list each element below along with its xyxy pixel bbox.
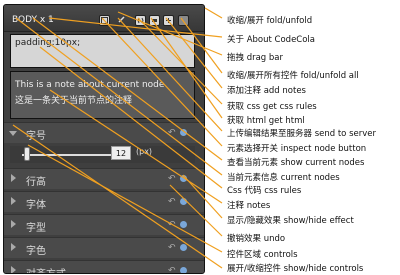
annotation-label: 查看当前元素 show current nodes bbox=[227, 158, 365, 168]
annotation-labels: 收缩/展开 fold/unfold 关于 About CodeCola 拖拽 d… bbox=[0, 0, 400, 275]
annotation-label: 拖拽 drag bar bbox=[227, 53, 283, 63]
annotation-label: 关于 About CodeCola bbox=[227, 35, 316, 45]
annotation-label: 收缩/展开所有控件 fold/unfold all bbox=[227, 71, 359, 81]
diagram: BODY x 1 ? padding:10px; This is a note … bbox=[0, 0, 400, 275]
annotation-label: 展开/收缩控件 show/hide controls bbox=[227, 264, 364, 274]
annotation-label: 收缩/展开 fold/unfold bbox=[227, 16, 313, 26]
annotation-label: 添加注释 add notes bbox=[227, 86, 306, 96]
annotation-label: 获取 html get html bbox=[227, 116, 305, 126]
annotation-label: 获取 css get css rules bbox=[227, 102, 317, 112]
annotation-label: Css 代码 css rules bbox=[227, 186, 302, 196]
annotation-label: 显示/隐藏效果 show/hide effect bbox=[227, 216, 354, 226]
annotation-label: 上传编辑结果至服务器 send to server bbox=[227, 129, 376, 139]
annotation-label: 当前元素信息 current nodes bbox=[227, 173, 340, 183]
annotation-label: 控件区域 controls bbox=[227, 250, 298, 260]
annotation-label: 元素选择开关 inspect node button bbox=[227, 144, 367, 154]
annotation-label: 注释 notes bbox=[227, 201, 271, 211]
annotation-label: 撤销效果 undo bbox=[227, 234, 286, 244]
